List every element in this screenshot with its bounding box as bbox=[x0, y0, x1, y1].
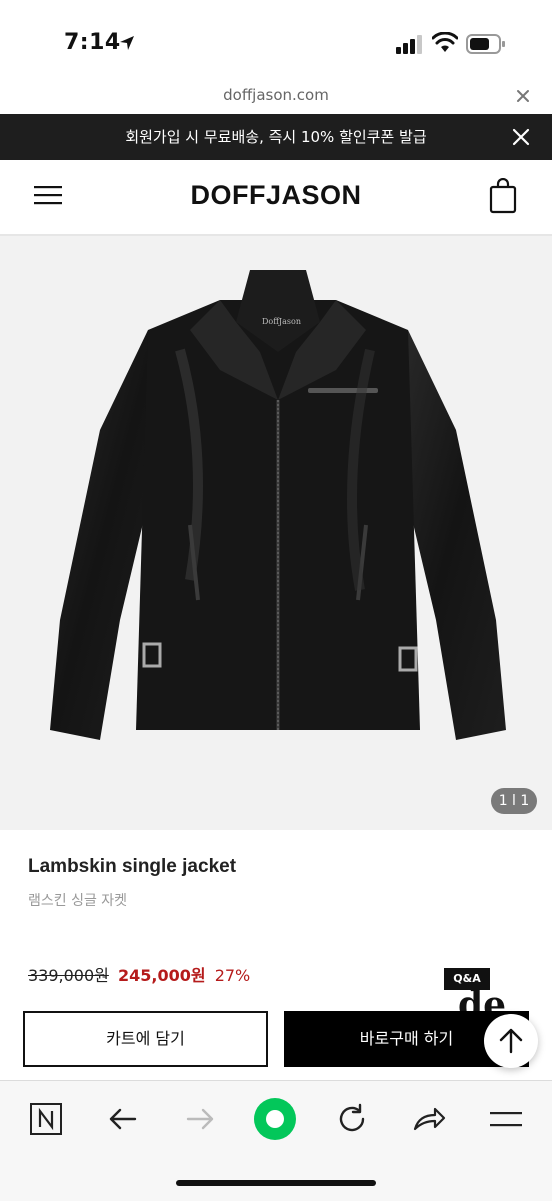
url-text[interactable]: doffjason.com bbox=[0, 86, 552, 104]
original-price: 339,000원 bbox=[28, 966, 109, 985]
site-header: DOFFJASON bbox=[0, 160, 552, 236]
url-bar[interactable]: doffjason.com bbox=[0, 86, 552, 114]
image-counter: 1 l 1 bbox=[491, 788, 537, 814]
location-arrow-icon bbox=[120, 36, 134, 50]
scroll-to-top-button[interactable] bbox=[484, 1014, 538, 1068]
status-time: 7:14 bbox=[64, 30, 121, 55]
price-row: 339,000원 245,000원 27% bbox=[28, 962, 250, 986]
home-circle-icon[interactable] bbox=[253, 1097, 297, 1141]
discount-rate: 27% bbox=[214, 966, 251, 985]
reload-icon[interactable] bbox=[334, 1101, 370, 1137]
close-icon[interactable] bbox=[510, 126, 532, 148]
product-subtitle: 램스킨 싱글 자켓 bbox=[28, 893, 128, 909]
status-bar: 7:14 bbox=[0, 0, 552, 86]
promo-text: 회원가입 시 무료배송, 즉시 10% 할인쿠폰 발급 bbox=[125, 128, 427, 146]
brand-logo[interactable]: DOFFJASON bbox=[0, 180, 552, 211]
wifi-icon bbox=[432, 32, 458, 52]
garment-label: DoffJason bbox=[262, 317, 301, 326]
product-name: Lambskin single jacket bbox=[28, 856, 237, 877]
shopping-bag-icon[interactable] bbox=[488, 178, 518, 214]
promo-banner: 회원가입 시 무료배송, 즉시 10% 할인쿠폰 발급 bbox=[0, 114, 552, 160]
share-icon[interactable] bbox=[411, 1101, 447, 1137]
battery-icon bbox=[466, 34, 505, 54]
back-arrow-icon[interactable] bbox=[105, 1101, 141, 1137]
menu-icon[interactable] bbox=[488, 1101, 524, 1137]
product-image[interactable]: DoffJason 1 l 1 bbox=[0, 236, 552, 830]
add-to-cart-button[interactable]: 카트에 담기 bbox=[23, 1011, 268, 1067]
close-icon[interactable] bbox=[514, 87, 532, 105]
naver-icon[interactable] bbox=[28, 1101, 64, 1137]
forward-arrow-icon[interactable] bbox=[182, 1101, 218, 1137]
arrow-up-icon bbox=[499, 1028, 523, 1054]
home-indicator bbox=[176, 1180, 376, 1186]
sale-price: 245,000원 bbox=[117, 966, 206, 985]
leather-jacket-image: DoffJason bbox=[50, 270, 506, 740]
cellular-signal-icon bbox=[396, 35, 422, 54]
